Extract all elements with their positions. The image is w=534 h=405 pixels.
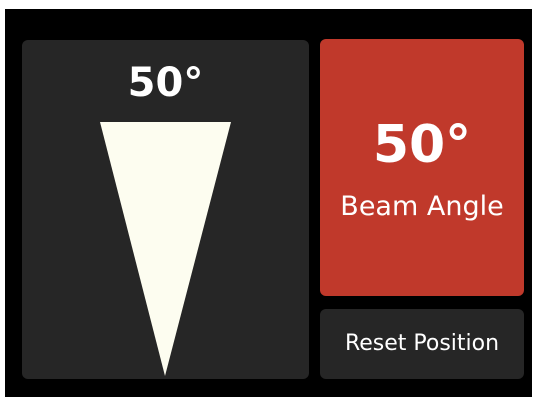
beam-angle-caption: Beam Angle [340, 191, 504, 222]
reset-position-button[interactable]: Reset Position [320, 309, 524, 379]
beam-angle-card: 50° Beam Angle [320, 39, 524, 296]
beam-angle-value: 50° [372, 115, 472, 175]
beam-visualizer-panel: 50° [22, 40, 309, 379]
beam-angle-readout: 50° [127, 60, 204, 106]
device-screen: 50° 50° Beam Angle Reset Position [5, 9, 532, 397]
beam-cone [100, 122, 231, 376]
